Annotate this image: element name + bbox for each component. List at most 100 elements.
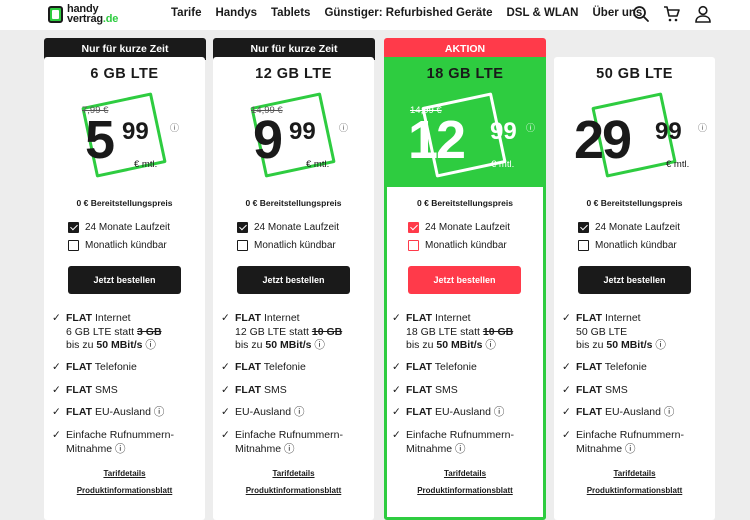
feature-bis: bis zu xyxy=(235,339,266,351)
feature-label: SMS xyxy=(432,384,458,396)
link-tarifdetails[interactable]: Tarifdetails xyxy=(44,469,205,478)
feature-flat: FLAT xyxy=(66,312,93,324)
check-icon: ✓ xyxy=(221,361,230,373)
info-icon[interactable]: ⓘ xyxy=(142,339,156,351)
logo[interactable]: handy vertrag.de xyxy=(48,4,119,25)
feature-telefonie: ✓ FLAT Telefonie xyxy=(562,361,647,375)
info-icon[interactable]: ⓘ xyxy=(311,339,325,351)
nav-item-handys[interactable]: Handys xyxy=(215,7,257,19)
option-24-monate[interactable]: 24 Monate Laufzeit xyxy=(237,222,339,233)
nav-item-dsl[interactable]: DSL & WLAN xyxy=(507,7,579,19)
option-24-monate[interactable]: 24 Monate Laufzeit xyxy=(408,222,510,233)
check-icon: ✓ xyxy=(392,406,401,418)
info-icon[interactable]: ⓘ xyxy=(170,121,179,134)
feature-flat: FLAT xyxy=(576,406,603,418)
phone-logo-icon xyxy=(48,5,63,23)
checkbox-unchecked-icon[interactable] xyxy=(578,240,589,251)
feature-label: Internet xyxy=(602,312,641,324)
option-label: Monatlich kündbar xyxy=(425,240,507,251)
nav-item-tarife[interactable]: Tarife xyxy=(171,7,201,19)
check-icon: ✓ xyxy=(52,429,61,441)
logo-text: handy vertrag.de xyxy=(67,4,119,25)
price-unit: € mtl. xyxy=(491,159,515,170)
check-icon: ✓ xyxy=(221,312,230,324)
link-produktinfo[interactable]: Produktinformationsblatt xyxy=(44,486,205,495)
info-icon[interactable]: ⓘ xyxy=(482,339,496,351)
check-icon: ✓ xyxy=(562,384,571,396)
tariff-card-12gb: 12 GB LTE 14,99 € 9 99 ⓘ € mtl. 0 € Bere… xyxy=(213,57,374,520)
price-euros: 9 xyxy=(253,110,283,170)
feature-internet: ✓ FLAT Internet 18 GB LTE statt 10 GB bis … xyxy=(392,312,513,353)
setup-fee: 0 € Bereitstellungspreis xyxy=(417,198,513,208)
checkbox-checked-icon[interactable] xyxy=(578,222,589,233)
link-produktinfo[interactable]: Produktinformationsblatt xyxy=(554,486,715,495)
feature-volume: 12 GB LTE xyxy=(235,325,287,338)
feature-eu: ✓ FLAT EU-Ausland ⓘ xyxy=(52,406,164,420)
feature-flat: FLAT xyxy=(406,312,433,324)
feature-sms: ✓ FLAT SMS xyxy=(221,384,287,398)
top-navigation: handy vertrag.de Tarife Handys Tablets G… xyxy=(0,0,750,30)
check-icon: ✓ xyxy=(562,406,571,418)
link-produktinfo[interactable]: Produktinformationsblatt xyxy=(213,486,374,495)
feature-old-volume: 3 GB xyxy=(137,325,162,338)
data-volume: 50 GB LTE xyxy=(596,66,673,82)
feature-bis: bis zu xyxy=(406,339,437,351)
order-button[interactable]: Jetzt bestellen xyxy=(408,266,521,294)
checkbox-unchecked-icon[interactable] xyxy=(408,240,419,251)
info-icon[interactable]: ⓘ xyxy=(652,339,666,351)
option-monatlich[interactable]: Monatlich kündbar xyxy=(408,240,507,251)
info-icon[interactable]: ⓘ xyxy=(339,121,348,134)
option-monatlich[interactable]: Monatlich kündbar xyxy=(237,240,336,251)
checkbox-checked-icon[interactable] xyxy=(237,222,248,233)
feature-label: Telefonie xyxy=(432,361,477,373)
order-button[interactable]: Jetzt bestellen xyxy=(237,266,350,294)
check-icon: ✓ xyxy=(221,406,230,418)
feature-label: Einfache Rufnummern- xyxy=(406,429,514,441)
nav-item-tablets[interactable]: Tablets xyxy=(271,7,310,19)
link-tarifdetails[interactable]: Tarifdetails xyxy=(554,469,715,478)
feature-telefonie: ✓ FLAT Telefonie xyxy=(52,361,137,375)
nav-item-refurbished[interactable]: Günstiger: Refurbished Geräte xyxy=(324,7,492,19)
feature-rufnummer: ✓ Einfache Rufnummern- Mitnahme ⓘ xyxy=(52,429,174,456)
link-tarifdetails[interactable]: Tarifdetails xyxy=(387,469,543,478)
option-monatlich[interactable]: Monatlich kündbar xyxy=(68,240,167,251)
feature-volume: 50 GB LTE xyxy=(576,325,628,338)
order-button[interactable]: Jetzt bestellen xyxy=(578,266,691,294)
feature-flat: FLAT xyxy=(576,312,603,324)
check-icon: ✓ xyxy=(562,312,571,324)
info-icon[interactable]: ⓘ xyxy=(526,121,535,134)
option-label: Monatlich kündbar xyxy=(85,240,167,251)
card-header: 18 GB LTE 14,99 € 12 99 ⓘ € mtl. xyxy=(384,57,546,187)
cart-icon[interactable] xyxy=(663,5,681,23)
feature-label: Mitnahme ⓘ xyxy=(406,442,466,455)
logo-tld: .de xyxy=(102,13,119,25)
feature-flat: FLAT xyxy=(66,384,93,396)
link-produktinfo[interactable]: Produktinformationsblatt xyxy=(387,486,543,495)
checkbox-checked-icon[interactable] xyxy=(408,222,419,233)
feature-flat: FLAT xyxy=(235,312,262,324)
option-24-monate[interactable]: 24 Monate Laufzeit xyxy=(68,222,170,233)
feature-label: EU-Ausland ⓘ xyxy=(235,406,305,418)
checkbox-unchecked-icon[interactable] xyxy=(237,240,248,251)
checkbox-unchecked-icon[interactable] xyxy=(68,240,79,251)
feature-flat: FLAT xyxy=(576,384,603,396)
search-icon[interactable] xyxy=(632,5,650,23)
feature-label: Mitnahme ⓘ xyxy=(235,442,295,455)
setup-fee: 0 € Bereitstellungspreis xyxy=(76,198,173,208)
feature-label: SMS xyxy=(92,384,118,396)
setup-fee: 0 € Bereitstellungspreis xyxy=(245,198,342,208)
price-unit: € mtl. xyxy=(666,159,690,170)
option-label: Monatlich kündbar xyxy=(595,240,677,251)
option-24-monate[interactable]: 24 Monate Laufzeit xyxy=(578,222,680,233)
feature-flat: FLAT xyxy=(406,384,433,396)
checkbox-checked-icon[interactable] xyxy=(68,222,79,233)
feature-label: SMS xyxy=(602,384,628,396)
option-monatlich[interactable]: Monatlich kündbar xyxy=(578,240,677,251)
info-icon[interactable]: ⓘ xyxy=(698,121,707,134)
feature-label: Internet xyxy=(432,312,471,324)
order-button[interactable]: Jetzt bestellen xyxy=(68,266,181,294)
link-tarifdetails[interactable]: Tarifdetails xyxy=(213,469,374,478)
feature-sms: ✓ FLAT SMS xyxy=(562,384,628,398)
setup-fee: 0 € Bereitstellungspreis xyxy=(586,198,683,208)
user-icon[interactable] xyxy=(694,5,712,23)
